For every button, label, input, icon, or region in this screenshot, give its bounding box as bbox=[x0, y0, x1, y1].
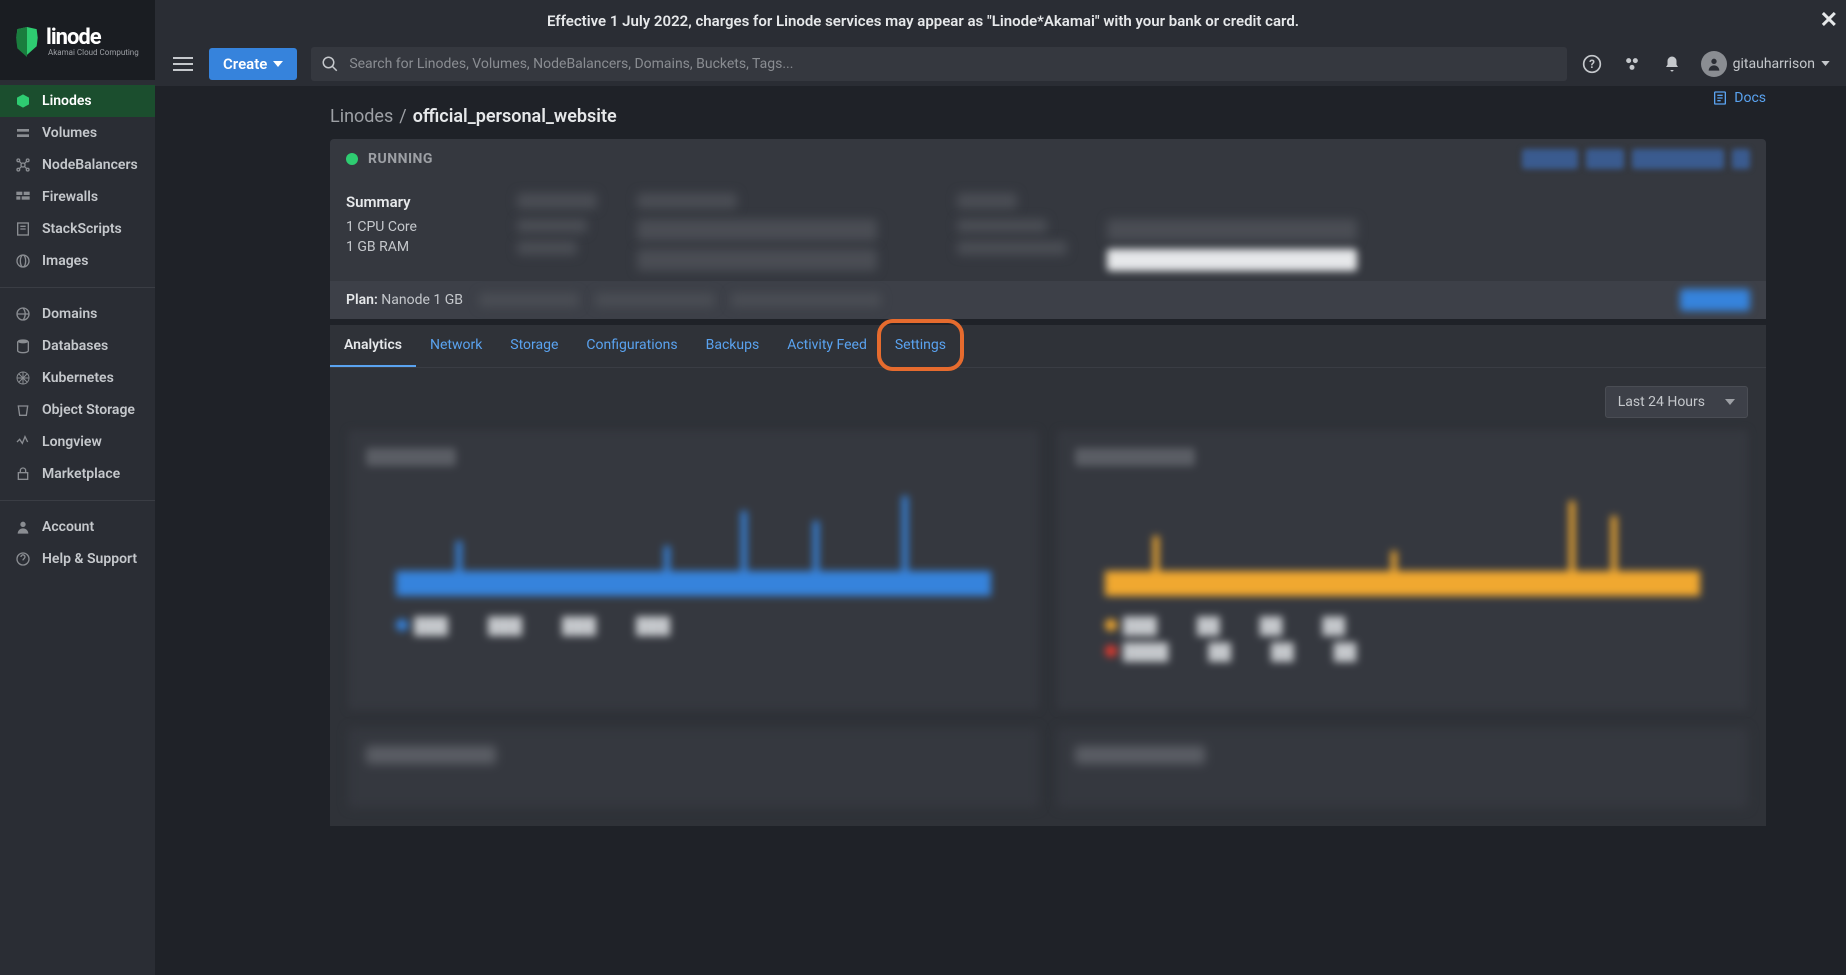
summary-card: Summary 1 CPU Core 1 GB RAM bbox=[330, 179, 1766, 281]
chevron-down-icon bbox=[273, 61, 283, 67]
status-row: RUNNING bbox=[330, 139, 1766, 179]
tab-settings[interactable]: Settings bbox=[881, 325, 960, 367]
svg-text:?: ? bbox=[1589, 57, 1595, 71]
bucket-icon bbox=[14, 401, 32, 419]
breadcrumb: Linodes / official_personal_website bbox=[330, 106, 1766, 127]
sidebar-item-kubernetes[interactable]: Kubernetes bbox=[0, 362, 155, 394]
docs-link[interactable]: Docs bbox=[1712, 90, 1766, 106]
chart-ipv6 bbox=[1057, 728, 1748, 808]
sidebar-item-help-support[interactable]: Help & Support bbox=[0, 543, 155, 575]
search-icon bbox=[321, 55, 339, 73]
longview-icon bbox=[14, 433, 32, 451]
search-input-wrap[interactable] bbox=[311, 47, 1566, 81]
tab-analytics[interactable]: Analytics bbox=[330, 325, 416, 367]
avatar-icon bbox=[1701, 51, 1727, 77]
help-icon[interactable]: ? bbox=[1581, 53, 1603, 75]
banner-text: Effective 1 July 2022, charges for Linod… bbox=[547, 12, 1299, 30]
sidebar-item-account[interactable]: Account bbox=[0, 511, 155, 543]
sidebar: LinodesVolumesNodeBalancersFirewallsStac… bbox=[0, 81, 155, 975]
firewall-icon bbox=[14, 188, 32, 206]
close-icon[interactable]: ✕ bbox=[1820, 8, 1838, 33]
chevron-down-icon bbox=[1821, 61, 1830, 66]
sidebar-item-databases[interactable]: Databases bbox=[0, 330, 155, 362]
topbar: Create ? gitauharrison bbox=[155, 41, 1846, 86]
chart-cpu: ████████████ bbox=[348, 430, 1039, 710]
logo-name: linode bbox=[46, 27, 139, 49]
sidebar-item-stackscripts[interactable]: StackScripts bbox=[0, 213, 155, 245]
chart-network: █████████ ██████████ bbox=[1057, 430, 1748, 710]
nodebalancer-icon bbox=[14, 156, 32, 174]
tab-backups[interactable]: Backups bbox=[692, 325, 774, 367]
image-icon bbox=[14, 252, 32, 270]
kubernetes-icon bbox=[14, 369, 32, 387]
linode-logo-icon bbox=[14, 27, 40, 57]
tab-storage[interactable]: Storage bbox=[496, 325, 572, 367]
breadcrumb-root[interactable]: Linodes bbox=[330, 106, 393, 127]
breadcrumb-sep: / bbox=[399, 106, 406, 127]
community-icon[interactable] bbox=[1621, 53, 1643, 75]
search-input[interactable] bbox=[349, 56, 1556, 72]
main-content: Docs Linodes / official_personal_website… bbox=[155, 86, 1846, 975]
docs-icon bbox=[1712, 90, 1728, 106]
sidebar-item-object-storage[interactable]: Object Storage bbox=[0, 394, 155, 426]
tab-configurations[interactable]: Configurations bbox=[572, 325, 691, 367]
account-icon bbox=[14, 518, 32, 536]
summary-heading: Summary bbox=[346, 193, 417, 211]
logo[interactable]: linode Akamai Cloud Computing bbox=[0, 0, 155, 81]
tab-analytics-body: Last 24 Hours ████████████ bbox=[330, 368, 1766, 826]
sidebar-item-domains[interactable]: Domains bbox=[0, 298, 155, 330]
action-buttons-blurred bbox=[1522, 149, 1750, 169]
user-menu[interactable]: gitauharrison bbox=[1701, 51, 1830, 77]
sidebar-item-firewalls[interactable]: Firewalls bbox=[0, 181, 155, 213]
cube-icon bbox=[14, 92, 32, 110]
breadcrumb-current: official_personal_website bbox=[413, 106, 617, 127]
sidebar-item-nodebalancers[interactable]: NodeBalancers bbox=[0, 149, 155, 181]
hamburger-icon[interactable] bbox=[171, 52, 195, 76]
status-label: RUNNING bbox=[368, 151, 433, 167]
summary-ram: 1 GB RAM bbox=[346, 239, 417, 255]
logo-tagline: Akamai Cloud Computing bbox=[48, 49, 139, 57]
announcement-banner: Effective 1 July 2022, charges for Linod… bbox=[0, 0, 1846, 41]
sidebar-item-marketplace[interactable]: Marketplace bbox=[0, 458, 155, 490]
summary-cpu: 1 CPU Core bbox=[346, 219, 417, 235]
bell-icon[interactable] bbox=[1661, 53, 1683, 75]
plan-row: Plan: Nanode 1 GB bbox=[330, 281, 1766, 319]
tab-activity-feed[interactable]: Activity Feed bbox=[773, 325, 881, 367]
globe-icon bbox=[14, 305, 32, 323]
volume-icon bbox=[14, 124, 32, 142]
status-dot-icon bbox=[346, 153, 358, 165]
chart-disk-io bbox=[348, 728, 1039, 808]
username: gitauharrison bbox=[1733, 56, 1815, 72]
help-icon bbox=[14, 550, 32, 568]
time-range-select[interactable]: Last 24 Hours bbox=[1605, 386, 1748, 418]
database-icon bbox=[14, 337, 32, 355]
sidebar-item-longview[interactable]: Longview bbox=[0, 426, 155, 458]
tab-network[interactable]: Network bbox=[416, 325, 496, 367]
sidebar-item-linodes[interactable]: Linodes bbox=[0, 85, 155, 117]
marketplace-icon bbox=[14, 465, 32, 483]
script-icon bbox=[14, 220, 32, 238]
chevron-down-icon bbox=[1725, 399, 1735, 405]
create-button[interactable]: Create bbox=[209, 48, 297, 80]
tabs: AnalyticsNetworkStorageConfigurationsBac… bbox=[330, 325, 1766, 368]
create-label: Create bbox=[223, 55, 267, 73]
sidebar-item-images[interactable]: Images bbox=[0, 245, 155, 277]
sidebar-item-volumes[interactable]: Volumes bbox=[0, 117, 155, 149]
